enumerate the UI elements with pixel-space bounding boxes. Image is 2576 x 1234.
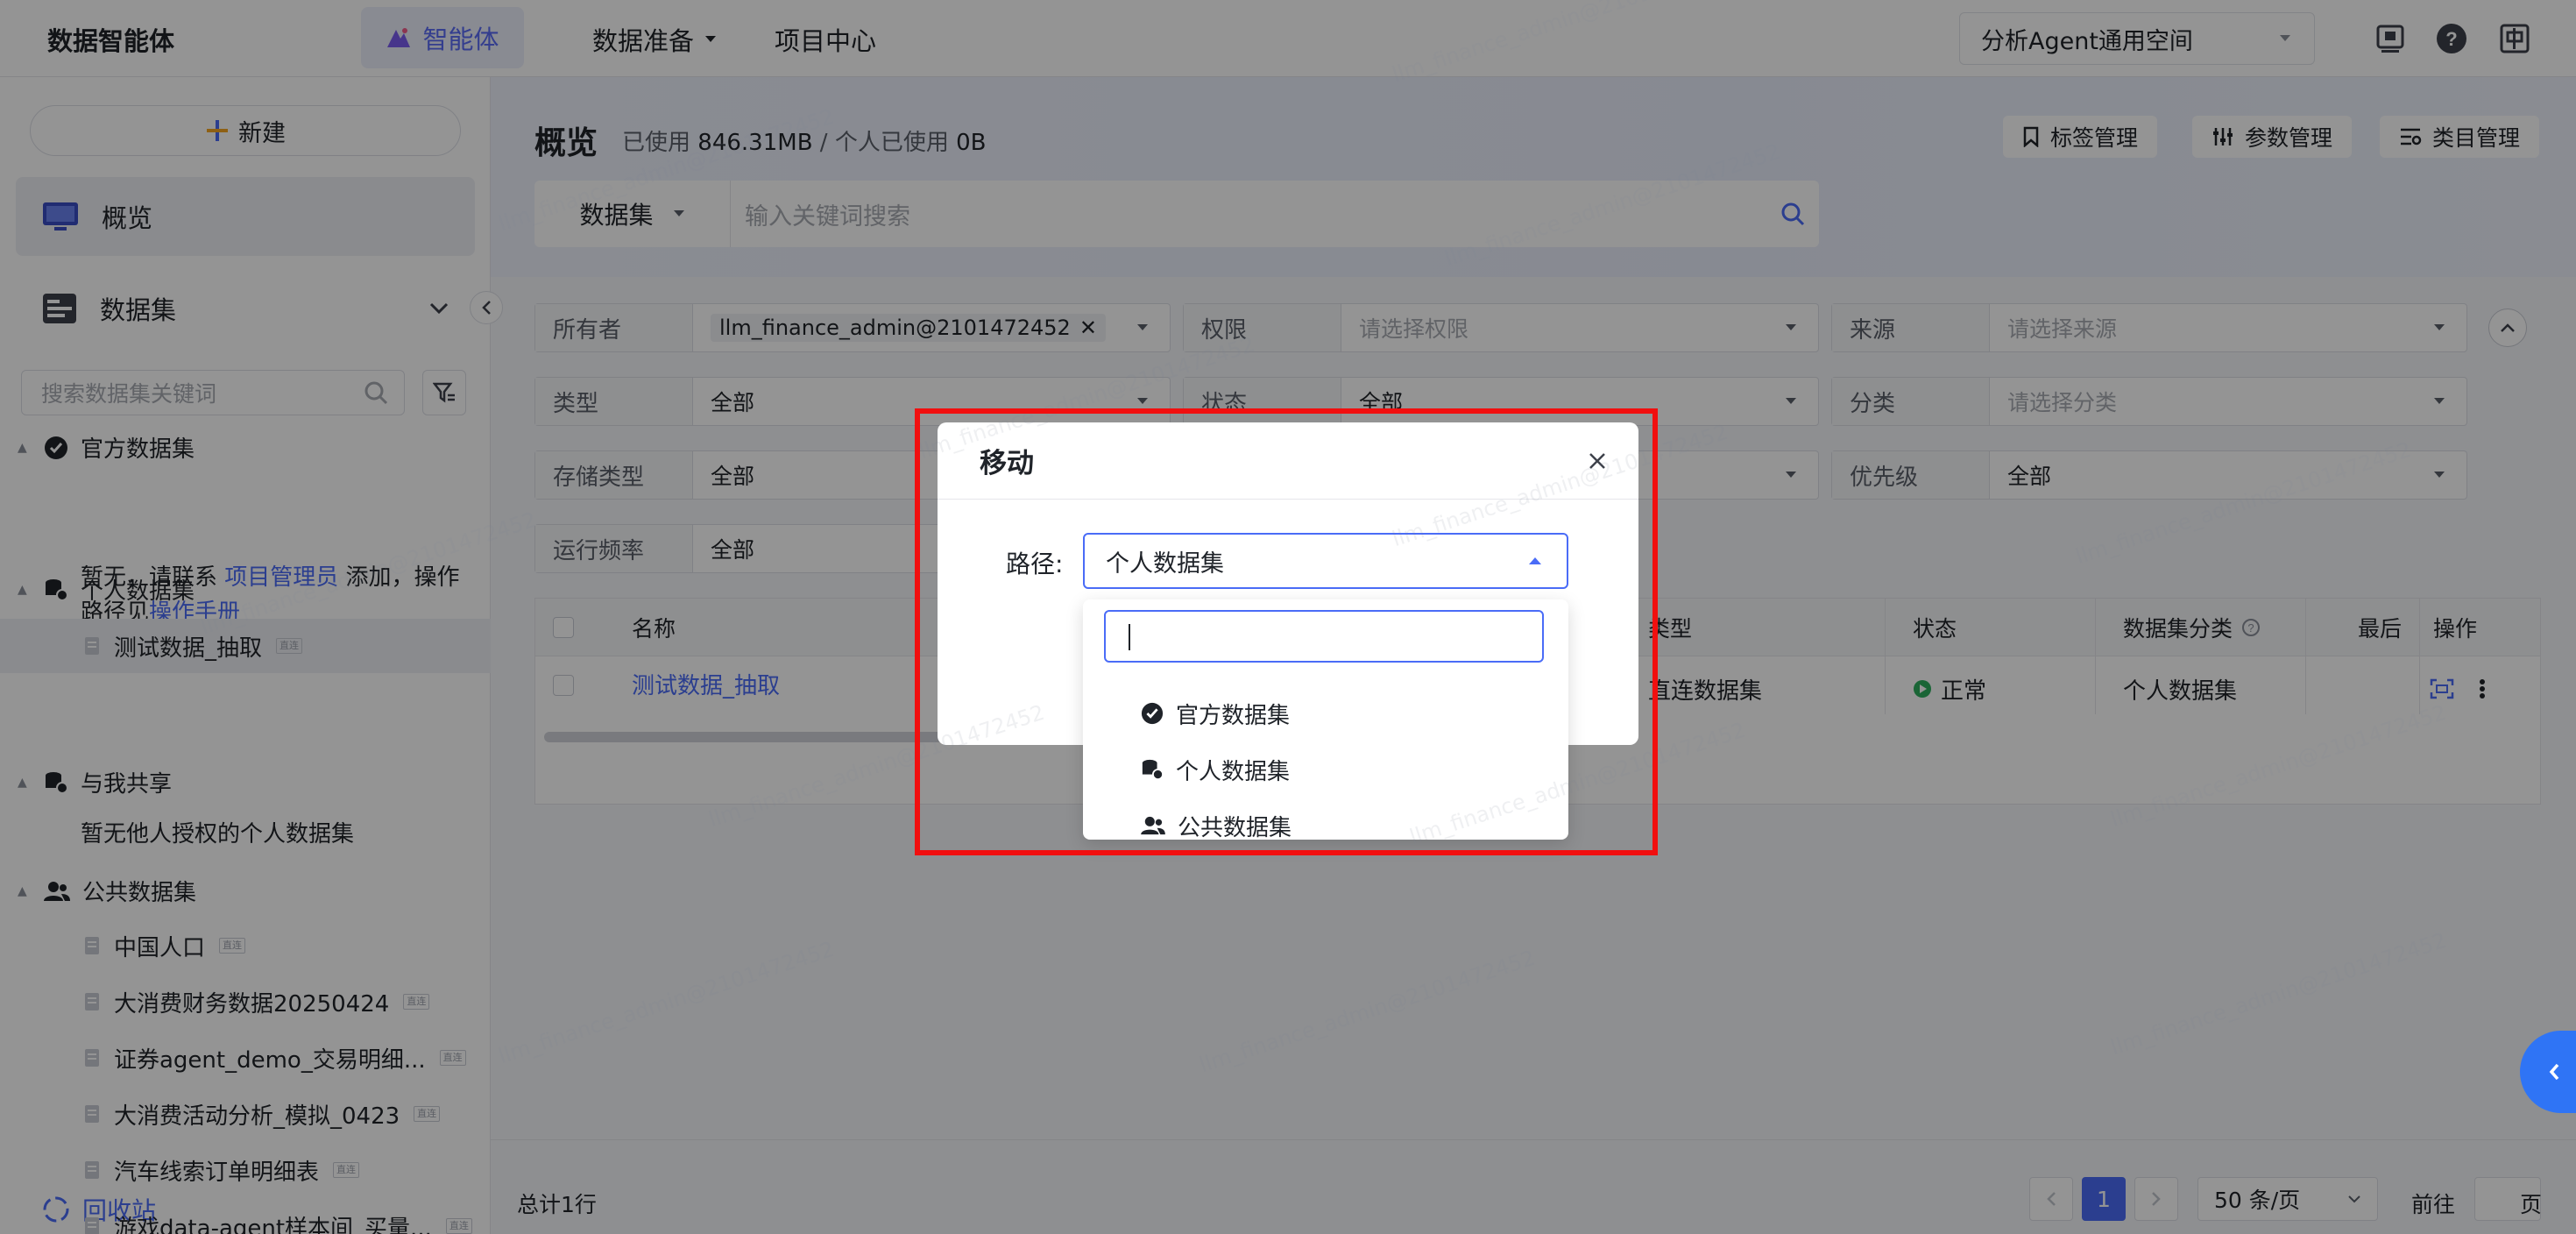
text-cursor bbox=[1129, 624, 1130, 650]
dialog-header: 移动 bbox=[938, 422, 1638, 500]
path-dropdown: 官方数据集 个人数据集 公共数据集 bbox=[1083, 599, 1568, 841]
option-public[interactable]: 公共数据集 bbox=[1083, 798, 1568, 854]
dialog-title: 移动 bbox=[980, 448, 1034, 479]
option-personal[interactable]: 个人数据集 bbox=[1083, 741, 1568, 798]
option-personal-label: 个人数据集 bbox=[1176, 758, 1291, 785]
users-icon bbox=[1141, 815, 1165, 836]
option-official[interactable]: 官方数据集 bbox=[1083, 685, 1568, 741]
path-select-value: 个人数据集 bbox=[1106, 550, 1224, 578]
personal-dataset-icon bbox=[1141, 758, 1164, 781]
caret-up-icon bbox=[1528, 557, 1542, 565]
path-label: 路径: bbox=[1006, 550, 1064, 578]
option-public-label: 公共数据集 bbox=[1178, 814, 1292, 841]
verified-icon bbox=[1141, 702, 1164, 725]
chevron-left-icon bbox=[2548, 1062, 2560, 1082]
option-official-label: 官方数据集 bbox=[1176, 702, 1291, 729]
dropdown-search-input[interactable] bbox=[1104, 610, 1544, 663]
close-icon[interactable] bbox=[1588, 451, 1607, 471]
path-select[interactable]: 个人数据集 bbox=[1083, 533, 1568, 589]
